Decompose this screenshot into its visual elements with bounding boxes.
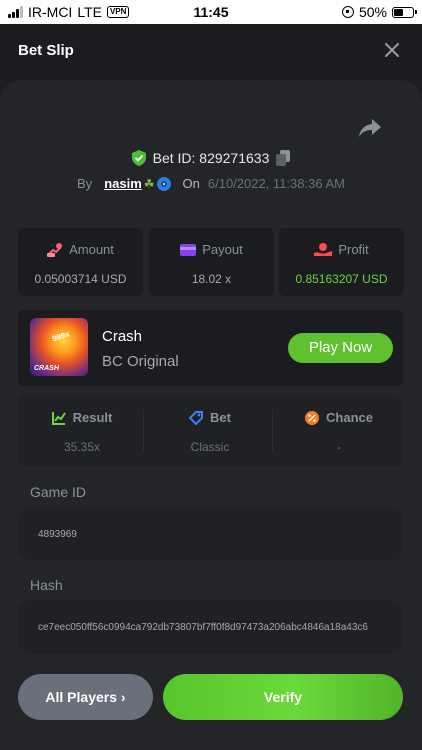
chance-column: Chance - — [275, 396, 403, 466]
thumb-label: CRASH — [34, 365, 59, 372]
amount-box: Amount 0.05003714 USD — [18, 228, 143, 296]
page-title: Bet Slip — [18, 42, 74, 59]
hash-label: Hash — [30, 577, 63, 593]
payout-value: 18.02 x — [191, 272, 232, 286]
divider — [272, 410, 273, 452]
payout-box: Payout 18.02 x — [149, 228, 274, 296]
close-icon — [385, 43, 399, 57]
chance-label: Chance — [326, 410, 373, 425]
game-name: Crash — [102, 328, 143, 345]
on-label: On — [182, 176, 200, 191]
tag-icon — [189, 410, 204, 425]
by-label: By — [77, 176, 93, 191]
all-players-label: All Players — [45, 689, 118, 705]
bet-info-card: Result 35.35x Bet Classic Chance - — [18, 396, 403, 466]
rotation-lock-icon — [341, 6, 354, 18]
game-subtitle: BC Original — [102, 353, 179, 370]
nazar-icon — [156, 176, 171, 191]
game-id-field[interactable]: 4893969 — [18, 507, 403, 561]
bet-type-label: Bet — [210, 410, 231, 425]
game-id-label: Game ID — [30, 484, 87, 500]
result-label: Result — [72, 410, 113, 425]
profit-box: Profit 0.85163207 USD — [279, 228, 404, 296]
header: Bet Slip — [0, 24, 422, 80]
game-id-value: 4893969 — [38, 528, 77, 540]
profit-hand-icon — [314, 242, 333, 256]
crash-game-thumbnail[interactable]: 999x CRASH — [30, 318, 88, 376]
battery-icon — [392, 6, 417, 18]
bet-author-row: By nasim ☘ On 6/10/2022, 11:38:36 AM — [0, 176, 422, 191]
hash-field[interactable]: ce7eec050ff56c0994ca792db73807bf7ff0f8d9… — [18, 600, 403, 654]
bet-type-value: Classic — [190, 440, 230, 454]
play-now-button[interactable]: Play Now — [288, 333, 393, 363]
divider — [143, 410, 144, 452]
bet-column: Bet Classic — [146, 396, 274, 466]
leaf-icon: ☘ — [143, 176, 155, 191]
all-players-button[interactable]: All Players › — [18, 674, 153, 720]
result-column: Result 35.35x — [18, 396, 146, 466]
profit-value: 0.85163207 USD — [295, 272, 388, 286]
amount-value: 0.05003714 USD — [34, 272, 127, 286]
chance-value: - — [337, 440, 341, 454]
amount-label: Amount — [69, 242, 114, 257]
hash-value: ce7eec050ff56c0994ca792db73807bf7ff0f8d9… — [38, 621, 368, 633]
thumb-badge: 999x — [51, 329, 71, 344]
copy-icon[interactable] — [276, 150, 291, 166]
profit-label: Profit — [338, 242, 369, 257]
percent-icon — [305, 410, 320, 425]
bet-id: Bet ID: 829271633 — [152, 150, 270, 166]
chart-icon — [51, 411, 66, 425]
result-value: 35.35x — [63, 440, 101, 454]
share-icon — [359, 119, 381, 137]
game-card: 999x CRASH Crash BC Original Play Now — [18, 310, 403, 386]
status-bar: IR-MCI LTE VPN 11:45 50% — [0, 0, 422, 24]
bet-date: 6/10/2022, 11:38:36 AM — [207, 176, 345, 191]
battery-percent: 50% — [358, 4, 387, 20]
coins-icon — [47, 242, 63, 257]
close-button[interactable] — [380, 38, 404, 62]
wallet-icon — [180, 243, 197, 256]
payout-label: Payout — [202, 242, 243, 257]
share-button[interactable] — [358, 118, 384, 140]
shield-check-icon — [131, 150, 146, 166]
verify-button[interactable]: Verify — [163, 674, 403, 720]
bet-id-row: Bet ID: 829271633 — [0, 150, 422, 166]
chevron-right-icon: › — [120, 689, 126, 705]
user-link[interactable]: nasim — [104, 176, 142, 191]
